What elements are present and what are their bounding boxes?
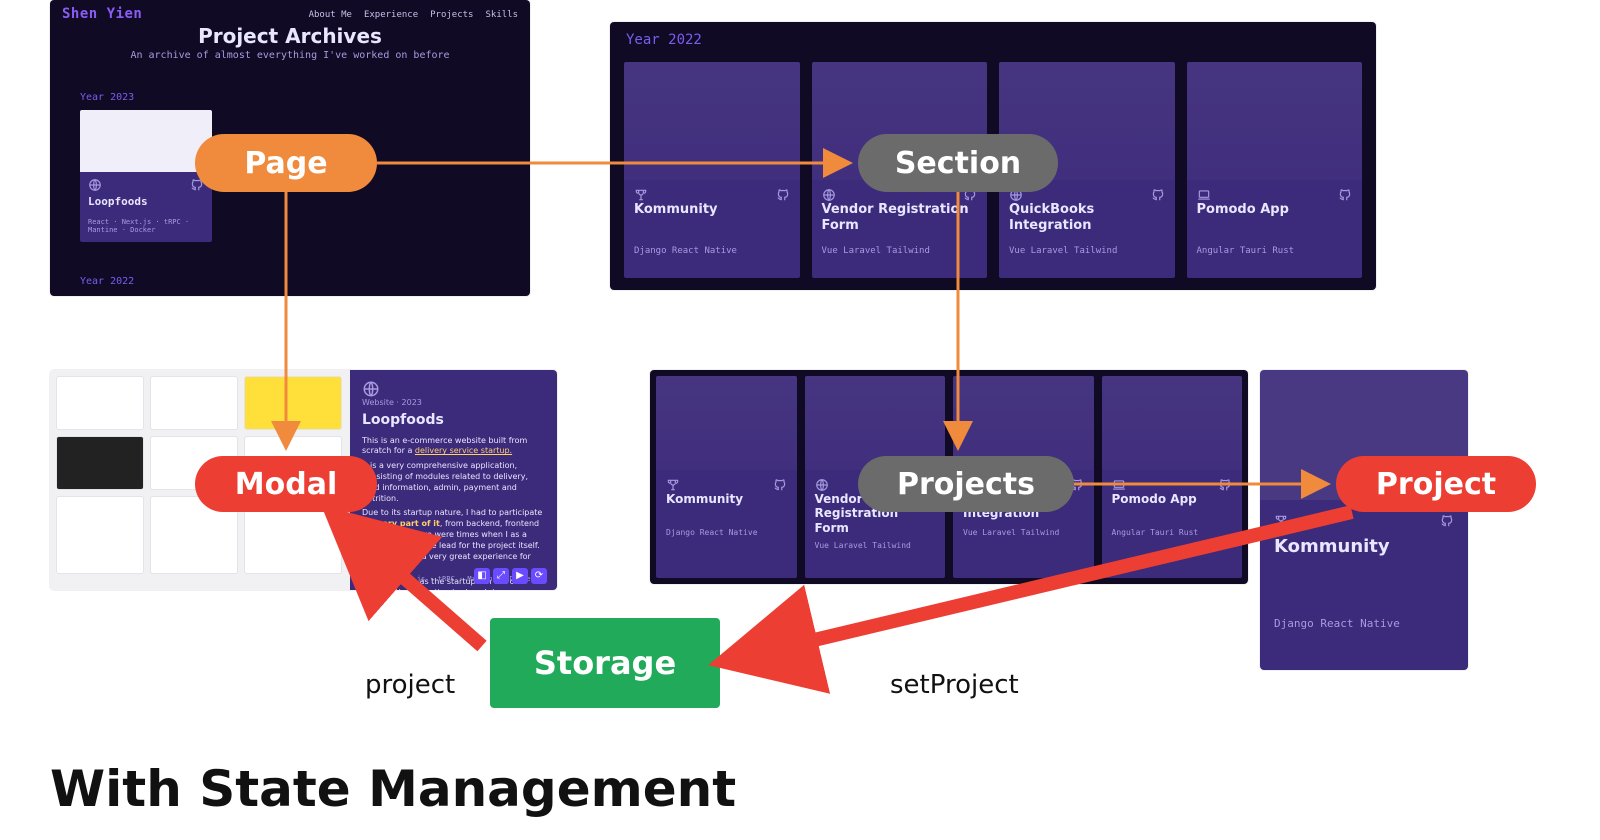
project-card-screenshot: Kommunity Django React Native (1260, 370, 1468, 670)
modal-meta: Website · 2023 (362, 398, 545, 409)
project-card: Pomodo App Angular Tauri Rust (1102, 376, 1243, 578)
card-preview (624, 62, 800, 180)
globe-icon (88, 178, 102, 192)
edge-label-setproject: setProject (890, 670, 1019, 700)
node-project: Project (1336, 456, 1536, 512)
card-title: Loopfoods (88, 195, 204, 208)
project-tags: Django React Native (1274, 617, 1454, 630)
modal-action-icon: ⟳ (531, 568, 547, 584)
nav-item: About Me (309, 10, 352, 20)
brand-logo: Shen Yien (62, 6, 142, 22)
modal-action-icon: ⤢ (493, 568, 509, 584)
node-storage: Storage (490, 618, 720, 708)
modal-paragraph: Due to its startup nature, I had to part… (362, 508, 545, 573)
github-icon (1440, 514, 1454, 528)
github-icon (1218, 478, 1232, 492)
card-tags: Vue Laravel Tailwind (815, 541, 936, 550)
edge-label-project: project (365, 670, 455, 700)
nav-item: Skills (485, 10, 518, 20)
node-modal: Modal (195, 456, 377, 512)
modal-action-icon: ▶ (512, 568, 528, 584)
card-preview (656, 376, 797, 470)
diagram-title: With State Management (50, 760, 736, 818)
trophy-icon (666, 478, 680, 492)
modal-title: Loopfoods (362, 411, 545, 430)
node-page: Page (195, 134, 377, 192)
card-tags: Django React Native (634, 246, 790, 256)
card-tags: Vue Laravel Tailwind (1009, 246, 1165, 256)
node-section: Section (858, 134, 1058, 192)
modal-paragraph: This is an e-commerce website built from… (362, 436, 545, 458)
card-preview (1187, 62, 1363, 180)
page-heading: Project Archives (50, 24, 530, 48)
card-tags: React · Next.js · tRPC · Mantine · Docke… (88, 218, 204, 234)
page-project-card: Loopfoods React · Next.js · tRPC · Manti… (80, 110, 212, 242)
card-tags: Angular Tauri Rust (1112, 528, 1233, 537)
project-card: Kommunity Django React Native (624, 62, 800, 278)
card-tags: Vue Laravel Tailwind (822, 246, 978, 256)
globe-icon (362, 380, 380, 398)
card-title: Pomodo App (1112, 492, 1233, 522)
laptop-icon (1197, 188, 1211, 202)
github-icon (1338, 188, 1352, 202)
github-icon (776, 188, 790, 202)
globe-icon (822, 188, 836, 202)
project-card: Kommunity Django React Native (656, 376, 797, 578)
card-preview (1102, 376, 1243, 470)
trophy-icon (634, 188, 648, 202)
year-label-2023: Year 2023 (80, 92, 134, 103)
card-tags: Django React Native (666, 528, 787, 537)
section-year-label: Year 2022 (626, 32, 702, 48)
card-title: QuickBooks Integration (1009, 202, 1165, 236)
card-tags: Angular Tauri Rust (1197, 246, 1353, 256)
node-projects: Projects (858, 456, 1074, 512)
modal-detail-panel: Website · 2023 Loopfoods This is an e-co… (350, 370, 557, 590)
card-title: Vendor Registration Form (822, 202, 978, 236)
github-icon (773, 478, 787, 492)
nav-item: Projects (430, 10, 473, 20)
modal-paragraph: It is a very comprehensive application, … (362, 461, 545, 504)
trophy-icon (1274, 514, 1288, 528)
project-card: Pomodo App Angular Tauri Rust (1187, 62, 1363, 278)
page-subheading: An archive of almost everything I've wor… (50, 50, 530, 61)
github-icon (1151, 188, 1165, 202)
project-title: Kommunity (1274, 536, 1454, 557)
modal-action-icon: ◧ (474, 568, 490, 584)
card-title: Kommunity (634, 202, 790, 236)
nav-item: Experience (364, 10, 418, 20)
card-tags: Vue Laravel Tailwind (963, 528, 1084, 537)
laptop-icon (1112, 478, 1126, 492)
year-label-2022: Year 2022 (80, 276, 134, 287)
card-title: Kommunity (666, 492, 787, 522)
globe-icon (815, 478, 829, 492)
top-nav: About Me Experience Projects Skills (309, 10, 518, 20)
card-title: Pomodo App (1197, 202, 1353, 236)
card-preview (80, 110, 212, 172)
modal-action-icons: ◧ ⤢ ▶ ⟳ (474, 568, 547, 584)
